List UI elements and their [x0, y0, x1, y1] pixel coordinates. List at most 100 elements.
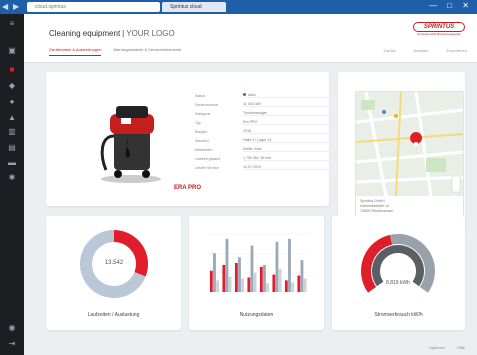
tab-bar: Gerätedaten & Auswertungen Wartungshisto…: [49, 47, 181, 56]
bar: [272, 274, 276, 292]
machine-model: ERA PRO: [173, 185, 202, 191]
power-card: 8.819 kWh Stromverbrauch kW/h: [332, 216, 465, 330]
profile-icon[interactable]: ◉: [8, 324, 16, 332]
detail-row: Typ Era PRO: [195, 118, 332, 127]
bar: [288, 238, 291, 292]
bar: [213, 253, 216, 292]
detail-value: Aktiv: [243, 93, 332, 98]
bar: [278, 268, 282, 292]
runtime-donut: 13.542: [80, 230, 148, 298]
detail-row: Mitarbeiter Müller, Max: [195, 145, 332, 154]
bar: [247, 277, 251, 292]
print-link[interactable]: Drucken: [414, 48, 429, 53]
bar: [291, 282, 294, 292]
help-link[interactable]: Hilfe: [457, 345, 465, 350]
chart-icon[interactable]: ▤: [8, 144, 16, 152]
detail-row: Baujahr 2018: [195, 127, 332, 136]
power-title: Stromverbrauch kW/h: [374, 312, 423, 318]
bar: [209, 270, 213, 292]
bar: [228, 276, 232, 292]
runtime-center-value: 13.542: [105, 260, 124, 266]
tab-device-data[interactable]: Gerätedaten & Auswertungen: [49, 47, 102, 56]
menu-icon[interactable]: ≡: [8, 20, 16, 28]
vehicle-icon[interactable]: ▬: [8, 159, 16, 167]
usage-card: Nutzungsdaten: [189, 216, 324, 330]
bar: [238, 257, 241, 292]
detail-key: Mitarbeiter: [195, 147, 212, 152]
tab-service-history[interactable]: Wartungshistorie & Servicedokumente: [113, 47, 181, 56]
stats-icon[interactable]: ▥: [8, 128, 16, 136]
detail-key: Status: [195, 93, 206, 98]
back-link[interactable]: Zurück: [383, 48, 395, 53]
bar: [275, 241, 279, 292]
back-icon[interactable]: ◀: [2, 3, 10, 11]
browser-tab[interactable]: Sprintus cloud: [162, 2, 226, 12]
sidebar: ≡ ▣ ■ ◆ ● ▲ ▥ ▤ ▬ ✱ ◉ ⇥: [0, 14, 24, 355]
runtime-title: Laufzeiten / Auslastung: [87, 312, 140, 318]
bar: [303, 278, 307, 292]
bar: [225, 238, 229, 292]
app: Cleaning equipment | YOUR LOGO SPRINTUS Pr…: [24, 14, 477, 355]
detail-value[interactable]: 2018: [243, 129, 332, 134]
bar: [266, 283, 269, 292]
usage-title: Nutzungsdaten: [239, 312, 274, 318]
detail-value[interactable]: Halle 2 / Lager 14: [243, 138, 332, 143]
detail-key: Letzter Service: [195, 165, 219, 170]
title-brand: YOUR LOGO: [126, 29, 175, 38]
donut-slice: [113, 230, 148, 277]
logout-icon[interactable]: ⇥: [8, 340, 16, 348]
address-bar[interactable]: cloud.sprintus: [27, 2, 160, 12]
bar: [259, 266, 263, 292]
usage-bar-chart: [209, 233, 309, 293]
footer: Optionen Hilfe: [429, 345, 465, 350]
detail-value: 12.07.2024: [243, 165, 332, 170]
detail-row: Letzter Service 12.07.2024: [195, 163, 332, 172]
header: Cleaning equipment | YOUR LOGO SPRINTUS Pr…: [24, 14, 477, 63]
brand-logo: SPRINTUS Professionelle Reinigungsgeräte: [413, 22, 465, 38]
car-icon[interactable]: ◆: [8, 82, 16, 90]
status-dot-icon: [243, 93, 246, 96]
bar: [222, 264, 226, 292]
bar: [250, 245, 254, 292]
forward-icon[interactable]: ▶: [13, 3, 21, 11]
pump-icon[interactable]: ▲: [8, 114, 16, 122]
map-card: Sprintus GmbH Industriestraße 10 73655 P…: [338, 72, 465, 234]
detail-value[interactable]: Era PRO: [243, 120, 332, 125]
machine-card: ERA PRO Status Aktiv Seriennummer 11 000 3…: [46, 72, 332, 206]
address-line3: 73655 Plüderhausen: [360, 209, 394, 213]
power-gauge: 8.819 kWh: [361, 234, 435, 293]
power-center-value: 8.819 kWh: [386, 280, 410, 286]
window-controls[interactable]: — □ ✕: [429, 1, 473, 10]
detail-key: Kategorie: [195, 111, 211, 116]
title-separator: |: [122, 29, 125, 38]
machine-details: Status Aktiv Seriennummer 11 000 389 Kateg…: [195, 91, 332, 172]
detail-key: Standort: [195, 138, 209, 143]
bar: [263, 264, 266, 292]
settings-icon[interactable]: ✱: [8, 174, 16, 182]
machine-icon[interactable]: ■: [8, 66, 16, 74]
brand-tagline: Professionelle Reinigungsgeräte: [417, 32, 461, 36]
detail-row: Status Aktiv: [195, 91, 332, 100]
user-icon[interactable]: ●: [8, 98, 16, 106]
header-actions: Zurück Drucken Exportieren: [383, 48, 467, 53]
detail-row: Seriennummer 11 000 389: [195, 100, 332, 109]
bar: [234, 263, 238, 292]
map-address: Sprintus GmbH Industriestraße 10 73655 P…: [360, 199, 393, 214]
machine-image: [100, 106, 161, 183]
brand-name: SPRINTUS: [413, 22, 465, 32]
detail-row: Kategorie Trockensauger: [195, 109, 332, 118]
export-link[interactable]: Exportieren: [447, 48, 467, 53]
detail-key: Laufzeit gesamt: [195, 156, 221, 161]
detail-key: Typ: [195, 120, 201, 125]
runtime-card: 13.542 Laufzeiten / Auslastung: [46, 216, 181, 330]
dashboard-icon[interactable]: ▣: [8, 47, 16, 55]
detail-value[interactable]: 11 000 389: [243, 102, 332, 107]
title-main: Cleaning equipment: [49, 29, 121, 38]
detail-value: 1.750 Std. 35 min: [243, 156, 332, 161]
detail-value[interactable]: Trockensauger: [243, 111, 332, 116]
bar: [297, 275, 301, 292]
detail-value[interactable]: Müller, Max: [243, 147, 332, 152]
settings-link[interactable]: Optionen: [429, 345, 445, 350]
bar: [284, 280, 288, 292]
bar: [216, 280, 219, 292]
